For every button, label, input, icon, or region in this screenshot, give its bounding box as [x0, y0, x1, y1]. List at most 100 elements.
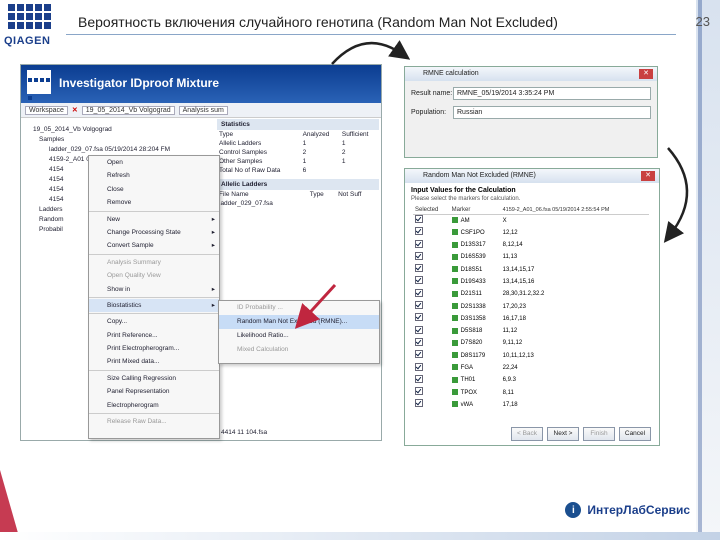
- menu-item-convert-sample[interactable]: Convert Sample ▸: [89, 239, 219, 252]
- marker-name: D18S51: [460, 266, 483, 273]
- table-row[interactable]: D8S1179 10,11,12,13: [413, 350, 649, 362]
- menu-item-print-mixed[interactable]: Print Mixed data...: [89, 355, 219, 368]
- marker-name: D16S539: [460, 254, 486, 261]
- marker-checkbox[interactable]: [415, 251, 423, 260]
- dialog-title: Random Man Not Excluded (RMNE): [423, 172, 536, 179]
- biostatistics-submenu: ID Probability ... Random Man Not Exclud…: [218, 300, 380, 364]
- marker-checkbox[interactable]: [415, 215, 423, 223]
- marker-checkbox[interactable]: [415, 325, 423, 334]
- app-logo-icon: [27, 70, 51, 100]
- population-select[interactable]: Russian: [453, 106, 651, 119]
- table-row[interactable]: D18S51 13,14,15,17: [413, 264, 649, 276]
- menu-item-print-electropherogram[interactable]: Print Electropherogram...: [89, 342, 219, 355]
- tree-item[interactable]: ladder_029_07.fsa 05/19/2014 28:204 FM: [27, 145, 217, 155]
- menu-item-print-reference[interactable]: Print Reference...: [89, 329, 219, 342]
- marker-icon: [451, 401, 458, 408]
- marker-icon: [451, 376, 458, 383]
- submenu-item-mixed-calculation[interactable]: Mixed Calculation: [219, 343, 379, 357]
- dialog-titlebar: Random Man Not Excluded (RMNE) ✕: [405, 169, 659, 183]
- marker-checkbox[interactable]: [415, 337, 423, 346]
- marker-checkbox[interactable]: [415, 399, 423, 408]
- table-row[interactable]: D7S820 9,11,12: [413, 337, 649, 350]
- submenu-item-likelihood-ratio[interactable]: Likelihood Ratio...: [219, 329, 379, 343]
- finish-button[interactable]: Finish: [583, 427, 615, 441]
- table-row[interactable]: FGA 22,24: [413, 362, 649, 375]
- table-row[interactable]: D16S539 11,13: [413, 251, 649, 264]
- close-icon[interactable]: ✕: [72, 106, 78, 114]
- table-row[interactable]: D13S317 8,12,14: [413, 239, 649, 252]
- title-divider: [66, 34, 676, 35]
- menu-item-change-state[interactable]: Change Processing State ▸: [89, 226, 219, 239]
- close-icon[interactable]: ✕: [639, 69, 653, 79]
- menu-item-release-raw[interactable]: Release Raw Data...: [89, 415, 219, 428]
- menu-item-show-in[interactable]: Show in ▸: [89, 283, 219, 296]
- menu-item-quality-view[interactable]: Open Quality View: [89, 269, 219, 282]
- marker-table: Selected Marker 4159-2_A01_06.fsa 05/19/…: [413, 206, 649, 412]
- marker-checkbox[interactable]: [415, 288, 423, 297]
- table-row[interactable]: AM X: [413, 215, 649, 228]
- table-row[interactable]: D21S11 28,30,31.2,32.2: [413, 288, 649, 301]
- submenu-item-id-probability[interactable]: ID Probability ...: [219, 301, 379, 315]
- menu-item-new[interactable]: New ▸: [89, 213, 219, 226]
- menu-item-panel-representation[interactable]: Panel Representation: [89, 385, 219, 398]
- tree-item[interactable]: Samples: [27, 135, 217, 145]
- menu-item-electropherogram[interactable]: Electropherogram: [89, 399, 219, 412]
- marker-checkbox[interactable]: [415, 301, 423, 310]
- table-row: Other Samples 1 1: [219, 158, 346, 165]
- table-row[interactable]: D3S1358 16,17,18: [413, 313, 649, 325]
- table-row[interactable]: D5S818 11,12: [413, 325, 649, 338]
- tab-analysis-summary[interactable]: Analysis sum: [178, 105, 228, 115]
- table-row[interactable]: TPOX 8,11: [413, 387, 649, 399]
- col-marker: Marker: [449, 206, 501, 215]
- marker-alleles: 11,12: [502, 328, 518, 335]
- marker-icon: [451, 290, 458, 297]
- tab-document[interactable]: 19_05_2014_Vb Volgograd: [81, 105, 175, 115]
- next-button[interactable]: Next >: [547, 427, 579, 441]
- input-values-dialog: Random Man Not Excluded (RMNE) ✕ Input V…: [404, 168, 660, 446]
- arrow-to-input-dialog: [663, 147, 689, 243]
- marker-icon: [451, 327, 458, 334]
- table-row[interactable]: D19S433 13,14,15,16: [413, 276, 649, 288]
- result-name-field[interactable]: RMNE_05/19/2014 3:35:24 PM: [453, 87, 651, 100]
- marker-icon: [451, 352, 458, 359]
- marker-checkbox[interactable]: [415, 374, 423, 383]
- marker-checkbox[interactable]: [415, 362, 423, 371]
- marker-name: D8S1179: [460, 352, 486, 359]
- cancel-button[interactable]: Cancel: [619, 427, 651, 441]
- menu-item-copy[interactable]: Copy...: [89, 315, 219, 328]
- col-selected: Selected: [413, 206, 450, 215]
- tree-item[interactable]: 19_05_2014_Vb Volgograd: [27, 125, 217, 135]
- marker-alleles: X: [502, 217, 507, 224]
- marker-icon: [451, 253, 458, 260]
- tab-workspace[interactable]: Workspace: [25, 105, 68, 115]
- close-icon[interactable]: ✕: [641, 171, 655, 181]
- back-button[interactable]: < Back: [511, 427, 543, 441]
- menu-item-size-calling[interactable]: Size Calling Regression: [89, 372, 219, 385]
- marker-name: D3S1358: [460, 315, 486, 322]
- table-row[interactable]: D2S1338 17,20,23: [413, 301, 649, 313]
- marker-icon: [451, 303, 458, 309]
- marker-checkbox[interactable]: [415, 387, 423, 396]
- marker-icon: [451, 339, 458, 346]
- submenu-item-rmne[interactable]: Random Man Not Excluded (RMNE)...: [219, 315, 379, 329]
- table-row[interactable]: vWA 17,18: [413, 399, 649, 411]
- table-row[interactable]: CSF1PO 12,12: [413, 227, 649, 239]
- marker-checkbox[interactable]: [415, 276, 423, 285]
- menu-item-analysis-summary[interactable]: Analysis Summary: [89, 256, 219, 269]
- menu-item-biostatistics[interactable]: Biostatistics ▸: [89, 298, 219, 313]
- marker-checkbox[interactable]: [415, 350, 423, 359]
- marker-checkbox[interactable]: [415, 239, 423, 248]
- marker-alleles: 9,11,12: [502, 340, 523, 347]
- dialog-subheading: Please select the markers for calculatio…: [411, 196, 521, 202]
- marker-checkbox[interactable]: [415, 227, 423, 236]
- marker-checkbox[interactable]: [415, 313, 423, 322]
- corner-decor: [0, 470, 20, 540]
- menu-item-close[interactable]: Close: [89, 183, 219, 196]
- marker-icon: [451, 315, 458, 322]
- table-row[interactable]: TH01 6,9.3: [413, 374, 649, 387]
- result-name-label: Result name:: [411, 90, 453, 97]
- menu-item-refresh[interactable]: Refresh: [89, 169, 219, 182]
- marker-checkbox[interactable]: [415, 264, 423, 273]
- menu-item-open[interactable]: Open: [89, 156, 219, 169]
- menu-item-remove[interactable]: Remove: [89, 196, 219, 209]
